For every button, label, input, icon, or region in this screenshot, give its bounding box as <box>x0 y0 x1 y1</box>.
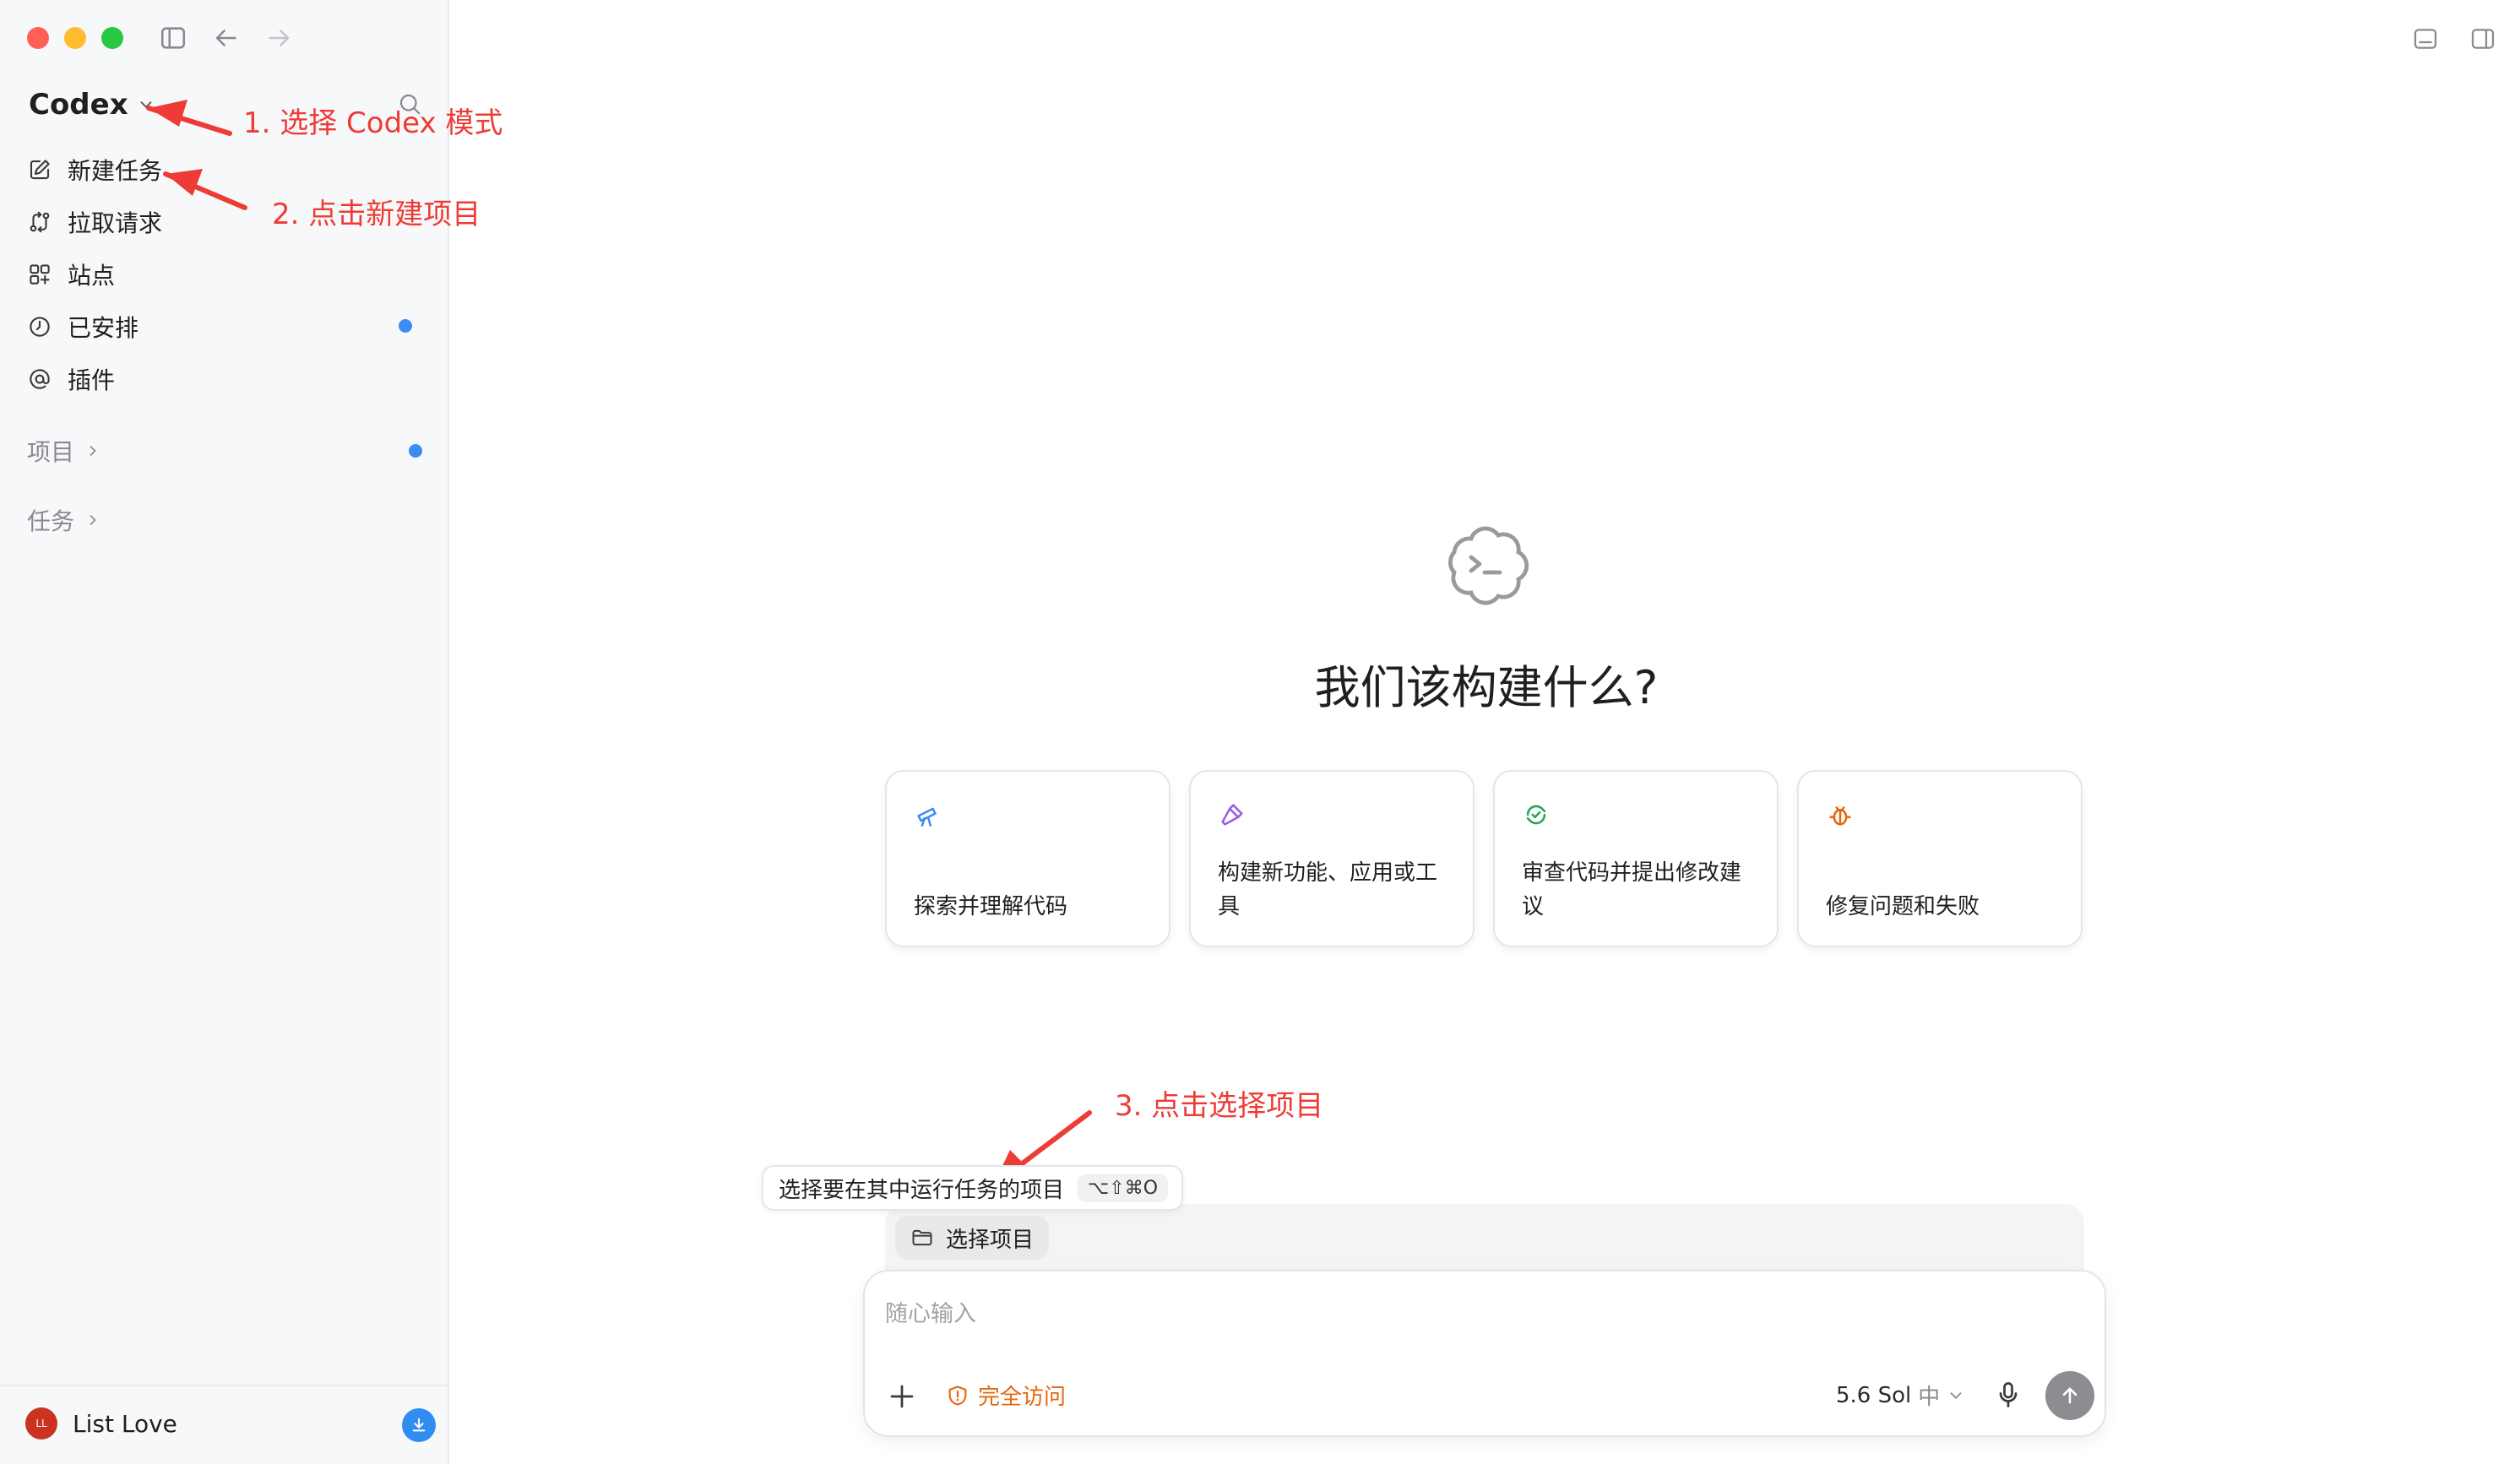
user-profile[interactable]: LL List Love <box>25 1405 439 1442</box>
card-label: 修复问题和失败 <box>1826 894 1980 919</box>
shortcut-badge: ⌥⇧⌘O <box>1078 1174 1169 1202</box>
sidebar-item-label: 插件 <box>68 366 116 394</box>
model-label: 5.6 Sol <box>1836 1382 1912 1408</box>
sidebar-item-sites[interactable]: 站点 <box>27 253 424 296</box>
sidebar-item-label: 新建任务 <box>68 157 163 185</box>
codex-cloud-logo-icon <box>1448 526 1529 605</box>
sidebar-item-plugins[interactable]: 插件 <box>27 358 424 400</box>
sidebar-item-label: 拉取请求 <box>68 209 163 237</box>
annotation-step-3: 3. 点击选择项目 <box>1115 1089 1324 1123</box>
select-project-label: 选择项目 <box>946 1227 1035 1253</box>
model-speed: 中 <box>1918 1385 1941 1410</box>
warning-shield-icon <box>948 1385 967 1406</box>
card-label: 审查代码并提出修改建议 <box>1522 860 1742 919</box>
project-bar <box>885 1204 2084 1280</box>
access-mode-label: 完全访问 <box>978 1385 1067 1410</box>
chevron-right-icon <box>90 515 96 525</box>
send-button[interactable] <box>2045 1371 2094 1420</box>
back-arrow-icon[interactable] <box>211 24 240 52</box>
minimize-window-button[interactable] <box>64 27 86 49</box>
select-project-tooltip: 选择要在其中运行任务的项目 ⌥⇧⌘O <box>762 1165 1184 1211</box>
sidebar-item-label: 站点 <box>68 262 116 290</box>
user-name: List Love <box>73 1409 177 1438</box>
prompt-composer[interactable]: 随心输入 完全访问 5.6 Sol 中 <box>863 1270 2106 1437</box>
card-label: 构建新功能、应用或工具 <box>1218 860 1438 919</box>
model-selector[interactable]: 5.6 Sol 中 <box>1836 1380 1965 1411</box>
sidebar-item-scheduled[interactable]: 已安排 <box>27 306 424 348</box>
download-icon <box>412 1418 426 1432</box>
zoom-window-button[interactable] <box>101 27 123 49</box>
access-mode-button[interactable]: 完全访问 <box>946 1380 1066 1411</box>
edit-icon <box>30 160 50 180</box>
mode-selector[interactable]: Codex <box>29 88 155 122</box>
sidebar-item-new-task[interactable]: 新建任务 <box>27 149 424 191</box>
notification-dot <box>409 444 422 458</box>
window-controls <box>27 27 123 49</box>
notification-dot <box>399 319 412 333</box>
suggestion-card-fix[interactable]: 修复问题和失败 <box>1797 770 2083 947</box>
suggestion-card-build[interactable]: 构建新功能、应用或工具 <box>1189 770 1475 947</box>
sidebar-item-label: 已安排 <box>68 314 139 342</box>
microphone-icon[interactable] <box>1993 1378 2023 1412</box>
section-projects[interactable]: 项目 <box>27 432 101 469</box>
card-label: 探索并理解代码 <box>914 894 1068 919</box>
tooltip-text: 选择要在其中运行任务的项目 <box>779 1177 1065 1203</box>
arrow-up-icon <box>2062 1387 2077 1404</box>
section-label: 任务 <box>27 507 75 535</box>
select-project-button[interactable]: 选择项目 <box>895 1216 1050 1260</box>
forward-arrow-icon[interactable] <box>265 24 294 52</box>
close-window-button[interactable] <box>27 27 49 49</box>
add-attachment-icon[interactable] <box>887 1381 917 1412</box>
suggestion-card-explore[interactable]: 探索并理解代码 <box>885 770 1170 947</box>
hammer-icon <box>1221 804 1243 826</box>
grid-icon <box>30 264 50 285</box>
download-button[interactable] <box>402 1408 436 1442</box>
pull-request-icon <box>30 211 50 233</box>
prompt-input[interactable]: 随心输入 <box>885 1295 976 1328</box>
at-icon <box>30 369 50 389</box>
telescope-icon <box>917 807 937 827</box>
divider <box>0 1385 448 1386</box>
brand-label: Codex <box>29 88 128 122</box>
section-label: 项目 <box>27 438 75 466</box>
page-headline: 我们该构建什么? <box>1314 661 1659 714</box>
refresh-check-icon <box>1526 805 1546 825</box>
side-panel-icon[interactable] <box>2469 25 2496 52</box>
annotation-step-1: 1. 选择 Codex 模式 <box>243 106 503 140</box>
chevron-right-icon <box>90 446 96 456</box>
section-tasks[interactable]: 任务 <box>27 502 101 539</box>
folder-icon <box>912 1229 932 1246</box>
terminal-panel-icon[interactable] <box>2412 25 2439 52</box>
sidebar-toggle-icon[interactable] <box>159 24 187 52</box>
bug-icon <box>1829 806 1851 826</box>
suggestion-card-review[interactable]: 审查代码并提出修改建议 <box>1493 770 1779 947</box>
annotation-step-2: 2. 点击新建项目 <box>272 198 481 231</box>
chevron-down-icon <box>140 101 152 109</box>
clock-icon <box>30 317 50 337</box>
app-window: Codex 新建任务 拉取请求 站点 已安排 插件 项目 任务 LL List … <box>0 0 2520 1464</box>
avatar: LL <box>25 1407 57 1440</box>
chevron-down-icon <box>1950 1391 1962 1399</box>
